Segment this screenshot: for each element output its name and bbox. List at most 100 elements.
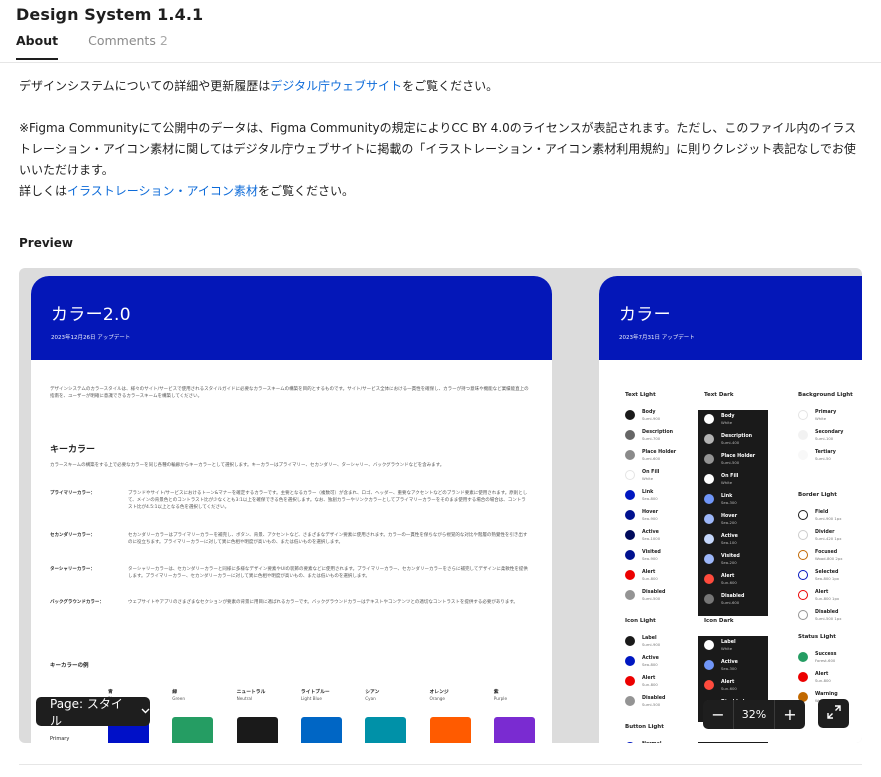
role-label: バックグラウンドカラー： — [50, 600, 104, 605]
color-token: Description Sumi-400 — [704, 434, 762, 454]
color-token-value: Sumi-500 — [642, 596, 661, 601]
color-dot — [798, 570, 808, 580]
color-token-value: Sea-200 — [721, 560, 737, 565]
swatch-ja-label: ライトブルー — [300, 690, 330, 695]
color-dot — [625, 430, 635, 440]
background-light-column: Background Light Primary White Secondary Su… — [798, 392, 853, 470]
preview-heading: Preview — [19, 236, 74, 250]
tab-bar: About Comments 2 — [16, 33, 168, 60]
digital-agency-website-link[interactable]: デジタル庁ウェブサイト — [270, 79, 402, 93]
color-token: Alert Sun-600 — [704, 680, 762, 700]
swatch-green: 緑 Green — [172, 688, 222, 743]
color-token: Body White — [704, 414, 762, 434]
role-text: ウェブサイトやアプリのさまざまなセクションが要素の背景に用目に適ばれるカラーです… — [128, 600, 518, 605]
color-token: Label Sumi-900 — [625, 636, 665, 656]
color-dot — [704, 434, 714, 444]
color-dot — [798, 672, 808, 682]
color-token: Primary White — [798, 410, 853, 430]
color-card: カラー 2023年7月31日 アップデート Text Light Body Sum… — [599, 276, 862, 743]
color-dot — [625, 742, 635, 743]
color-token-value: Sea-300 — [721, 500, 737, 505]
color-token-value: Sumi-600 — [721, 600, 740, 605]
expand-icon — [826, 704, 841, 723]
color-dot — [798, 450, 808, 460]
color-dot — [798, 410, 808, 420]
color-token: Field Sumi-900 1px — [798, 510, 843, 530]
zoom-control: − 32% + — [703, 700, 805, 729]
illustration-icon-link[interactable]: イラストレーション・アイコン素材 — [67, 184, 258, 198]
key-color-intro: カラースキームの構築をする上で必要なカラーを同じ各種の輪廊からキーカラーとして選… — [50, 463, 445, 468]
color-dot — [798, 652, 808, 662]
color-dot — [704, 474, 714, 484]
color-token: Body Sumi-900 — [625, 410, 676, 430]
color-2-card-title: カラー2.0 — [51, 305, 131, 325]
color-token-value: Sun-800 — [815, 678, 831, 683]
color-token-value: White — [815, 416, 827, 421]
tab-comments[interactable]: Comments 2 — [88, 33, 168, 60]
color-token: Place Holder Sumi-600 — [625, 450, 676, 470]
description-text: デザインシステムについての詳細や更新履歴は — [19, 79, 271, 93]
swatch-purple: 紫 Purple — [493, 688, 544, 743]
color-token-value: White — [721, 420, 733, 425]
icon-light-title: Icon Light — [625, 618, 656, 624]
color-dot — [798, 510, 808, 520]
zoom-in-button[interactable]: + — [775, 700, 805, 729]
color-dot — [625, 636, 635, 646]
color-token: Normal — [625, 742, 664, 743]
role-label: プライマリーカラー： — [50, 491, 95, 496]
description-paragraph-3: 詳しくはイラストレーション・アイコン素材をご覧ください。 — [19, 181, 867, 202]
color-card-header: カラー 2023年7月31日 アップデート — [599, 276, 862, 360]
button-light-column: Button Light Normal — [625, 724, 664, 743]
swatch-color — [300, 717, 342, 743]
color-token: On Fill White — [625, 470, 676, 490]
color-token: Active Sea-300 — [704, 660, 762, 680]
color-token: Visited Sea-200 — [704, 554, 762, 574]
swatch-color — [172, 717, 214, 743]
color-token-value: Sumi-420 1px — [815, 536, 842, 541]
border-light-title: Border Light — [798, 492, 837, 498]
color-dot — [704, 640, 714, 650]
border-light-items: Field Sumi-900 1px Divider Sumi-420 1px Focu… — [798, 510, 843, 630]
color-token: Link Sea-300 — [704, 494, 762, 514]
page-selector[interactable]: Page: スタイル — [36, 697, 150, 728]
color-token-value: Sumi-500 1px — [815, 616, 842, 621]
color-token-value: Sumi-500 — [642, 702, 661, 707]
role-tertiary: ターシャリーカラー： ターシャリーカラーは、セカンダリーカラーと同様に多様なデザ… — [50, 566, 530, 580]
color-token: Alert Sun-800 1px — [798, 590, 843, 610]
zoom-out-button[interactable]: − — [703, 700, 733, 729]
button-dark-column: Normal — [698, 742, 768, 743]
role-text: ブランドやサイト/サービスにおけるトーン&マナーを確定するカラーです。主要となる… — [128, 491, 528, 510]
tab-about[interactable]: About — [16, 33, 59, 60]
swatch-orange: オレンジ Orange — [429, 688, 480, 743]
color-token-value: Sumi-400 — [721, 440, 740, 445]
key-color-heading: キーカラー — [50, 445, 96, 455]
text-dark-title: Text Dark — [704, 392, 734, 398]
color-2-card-date: 2023年12月26日 アップデート — [51, 335, 131, 341]
color-token-value: Sumi-900 — [642, 416, 661, 421]
description-text: をご覧ください。 — [257, 184, 354, 198]
color-token: Focused Wood-800 2px — [798, 550, 843, 570]
color-token-value: Forest-600 — [815, 658, 836, 663]
icon-dark-title: Icon Dark — [704, 618, 734, 624]
key-color-examples-heading: キーカラーの例 — [50, 663, 89, 669]
preview-canvas[interactable]: カラー2.0 2023年12月26日 アップデート デザインシステムのカラースタ… — [19, 268, 862, 743]
role-label: ターシャリーカラー： — [50, 567, 95, 572]
text-dark-column: Text Dark Body White Description Sumi-400 Pl… — [698, 392, 768, 616]
fullscreen-button[interactable] — [818, 699, 849, 728]
color-token-value: Sea-900 — [642, 516, 658, 521]
swatch-ja-label: シアン — [365, 690, 380, 695]
text-light-items: Body Sumi-900 Description Sumi-700 Place Hol… — [625, 410, 676, 610]
description: デザインシステムについての詳細や更新履歴はデジタル庁ウェブサイトをご覧ください。… — [19, 76, 867, 223]
description-paragraph-1: デザインシステムについての詳細や更新履歴はデジタル庁ウェブサイトをご覧ください。 — [19, 76, 867, 97]
description-text: をご覧ください。 — [402, 79, 499, 93]
swatch-ja-label: 緑 — [172, 690, 178, 695]
swatch-neutral: ニュートラル Neutral — [236, 688, 287, 743]
color-token-value: Sea-900 — [642, 556, 658, 561]
chevron-down-icon — [141, 707, 150, 717]
color-dot — [625, 550, 635, 560]
color-token-value: White — [721, 646, 733, 651]
swatch-light-blue: ライトブルー Light Blue — [300, 688, 351, 743]
role-background: バックグラウンドカラー： ウェブサイトやアプリのさまざまなセクションが要素の背景… — [50, 599, 530, 606]
button-light-title: Button Light — [625, 724, 664, 730]
swatch-en-label: Light Blue — [300, 696, 322, 701]
